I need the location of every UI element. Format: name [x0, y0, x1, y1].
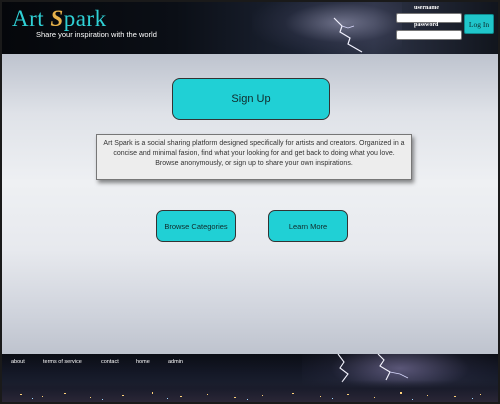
- about-text: Art Spark is a social sharing platform d…: [103, 140, 405, 167]
- footer-link-about[interactable]: about: [11, 359, 25, 365]
- site-tagline: Share your inspiration with the world: [36, 30, 157, 39]
- password-label: password: [414, 22, 439, 28]
- header-banner: Art Spark Share your inspiration with th…: [2, 2, 498, 54]
- page-frame: Art Spark Share your inspiration with th…: [0, 0, 500, 404]
- learn-more-button[interactable]: Learn More: [268, 210, 348, 242]
- site-logo[interactable]: Art Spark: [12, 6, 107, 32]
- about-panel: Art Spark is a social sharing platform d…: [96, 134, 412, 180]
- footer-link-admin[interactable]: admin: [168, 359, 183, 365]
- city-lights: [20, 392, 481, 400]
- storm-cloud-image: [252, 2, 402, 54]
- lightning-icon: [333, 17, 363, 53]
- logo-text-right: park: [63, 6, 107, 31]
- sign-up-button[interactable]: Sign Up: [172, 78, 330, 120]
- footer-link-contact[interactable]: contact: [101, 359, 119, 365]
- footer-link-home[interactable]: home: [136, 359, 150, 365]
- login-button[interactable]: Log In: [464, 14, 494, 34]
- browse-categories-button[interactable]: Browse Categories: [156, 210, 236, 242]
- password-field[interactable]: [396, 30, 462, 40]
- footer-link-terms[interactable]: terms of service: [43, 359, 82, 365]
- logo-text-left: Art: [12, 6, 51, 31]
- username-label: username: [414, 5, 439, 11]
- logo-mark: S: [50, 6, 64, 31]
